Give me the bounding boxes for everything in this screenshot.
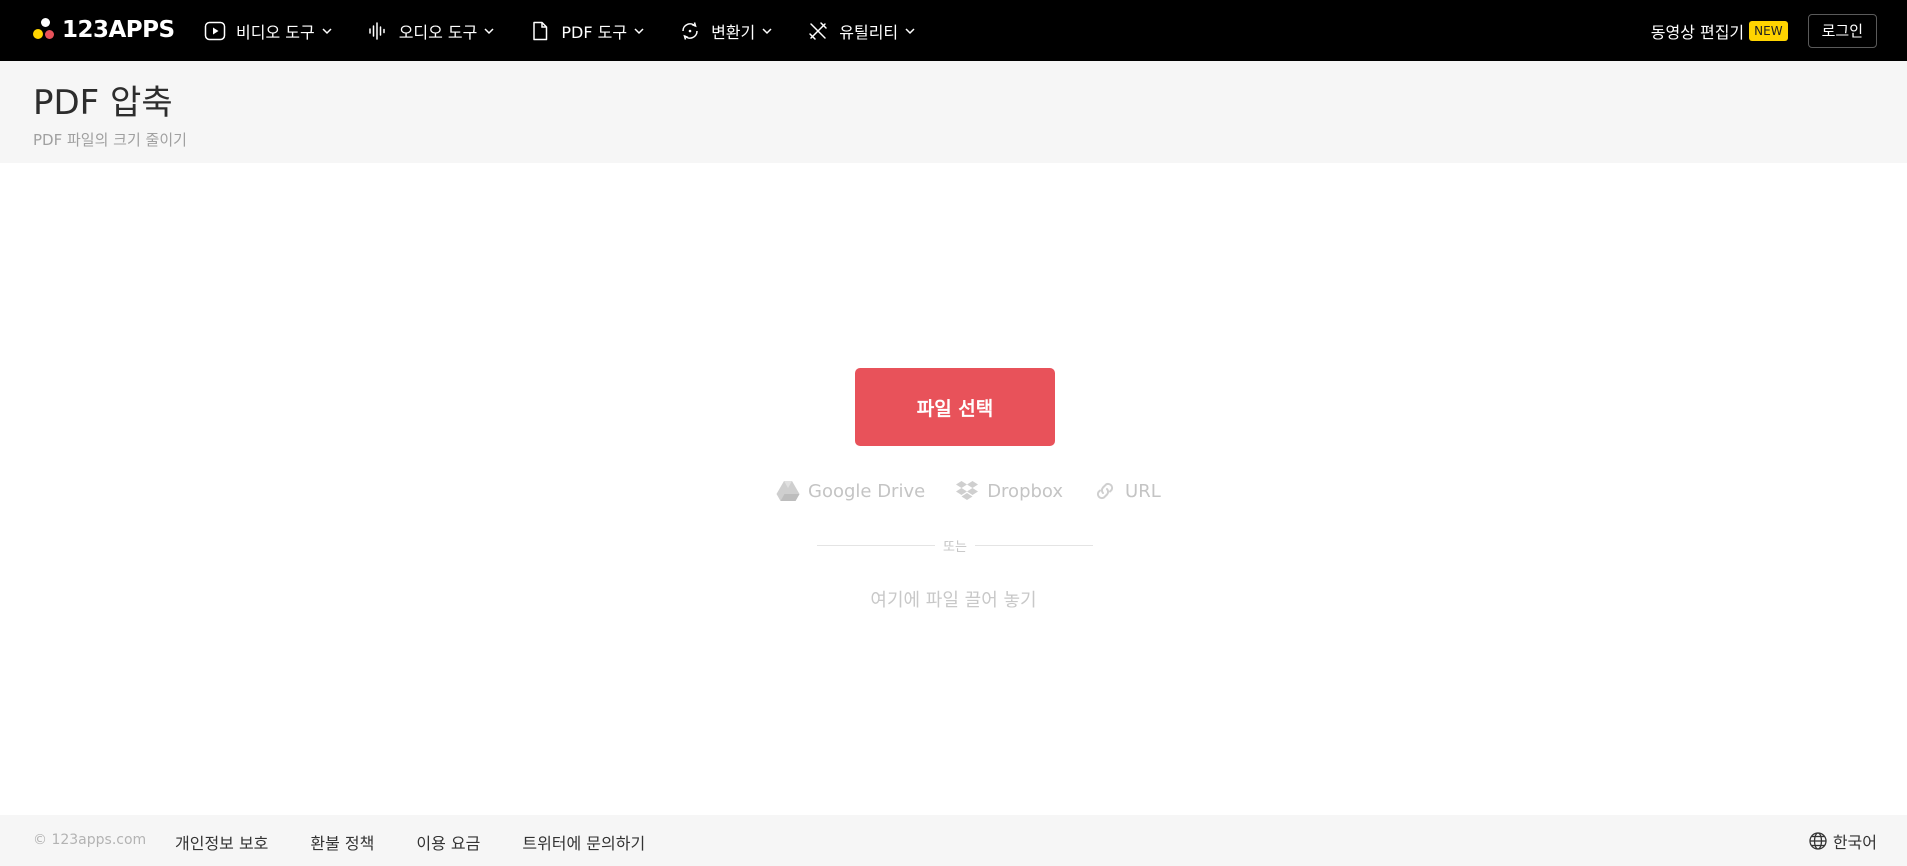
chevron-down-icon: [483, 25, 495, 37]
url-button[interactable]: URL: [1093, 479, 1161, 503]
language-label: 한국어: [1832, 833, 1877, 852]
chevron-down-icon: [761, 25, 773, 37]
nav-item-pdf-tools[interactable]: PDF 도구: [529, 0, 645, 61]
nav-item-label: 유틸리티: [839, 22, 899, 42]
or-divider: 또는: [817, 535, 1094, 555]
nav-item-label: 변환기: [711, 22, 756, 42]
divider-line: [817, 544, 936, 546]
convert-icon: [679, 20, 701, 42]
footer-link-twitter-contact[interactable]: 트위터에 문의하기: [522, 830, 645, 854]
nav-item-utilities[interactable]: 유틸리티: [807, 0, 916, 61]
waveform-icon: [367, 20, 389, 42]
url-label: URL: [1125, 480, 1161, 502]
google-drive-button[interactable]: Google Drive: [776, 479, 925, 503]
dropbox-label: Dropbox: [987, 480, 1064, 502]
footer-link-pricing[interactable]: 이용 요금: [416, 830, 480, 854]
divider-line: [974, 544, 1094, 546]
select-file-button[interactable]: 파일 선택: [855, 368, 1055, 446]
copyright: © 123apps.com: [33, 832, 147, 848]
language-selector[interactable]: 한국어: [1808, 829, 1877, 853]
page-title: PDF 압축: [33, 83, 173, 123]
nav-item-label: 오디오 도구: [398, 22, 478, 42]
document-icon: [529, 20, 551, 42]
google-drive-icon: [776, 479, 800, 503]
nav-item-converter[interactable]: 변환기: [679, 0, 773, 61]
google-drive-label: Google Drive: [808, 480, 926, 502]
page-subtitle: PDF 파일의 크기 줄이기: [33, 131, 187, 149]
dropbox-button[interactable]: Dropbox: [955, 479, 1063, 503]
main-nav: 비디오 도구 오디오 도구 PDF 도구 변환기 유틸리티: [204, 0, 950, 61]
login-button[interactable]: 로그인: [1807, 13, 1877, 48]
logo-text: 123APPS: [62, 17, 175, 43]
header-right: 동영상 편집기 NEW 로그인: [1651, 0, 1877, 61]
top-navigation-bar: 123APPS 비디오 도구 오디오 도구 PDF 도구 변환기 유틸리티 동영…: [0, 0, 1907, 61]
or-text: 또는: [943, 539, 967, 555]
footer: © 123apps.com 개인정보 보호 환불 정책 이용 요금 트위터에 문…: [0, 815, 1907, 866]
title-section: PDF 압축 PDF 파일의 크기 줄이기: [0, 61, 1907, 163]
globe-icon: [1808, 831, 1828, 851]
footer-link-privacy[interactable]: 개인정보 보호: [175, 830, 268, 854]
upload-sources: Google Drive Dropbox URL: [776, 476, 1161, 506]
video-editor-link[interactable]: 동영상 편집기 NEW: [1651, 19, 1788, 43]
nav-item-audio-tools[interactable]: 오디오 도구: [367, 0, 496, 61]
new-badge: NEW: [1749, 20, 1788, 41]
chevron-down-icon: [904, 25, 916, 37]
drop-zone-text: 여기에 파일 끌어 놓기: [870, 590, 1037, 611]
chevron-down-icon: [321, 25, 333, 37]
upload-area[interactable]: 파일 선택 Google Drive Dropbox URL 또는 여기에 파일…: [0, 163, 1907, 815]
video-editor-label: 동영상 편집기: [1650, 22, 1745, 42]
tools-icon: [807, 20, 829, 42]
play-icon: [204, 20, 226, 42]
footer-link-refund[interactable]: 환불 정책: [310, 830, 374, 854]
footer-links: 개인정보 보호 환불 정책 이용 요금 트위터에 문의하기: [175, 830, 687, 854]
chevron-down-icon: [633, 25, 645, 37]
nav-item-video-tools[interactable]: 비디오 도구: [204, 0, 333, 61]
logo-dots-icon: [32, 17, 60, 43]
link-icon: [1093, 479, 1117, 503]
nav-item-label: 비디오 도구: [236, 22, 315, 42]
dropbox-icon: [955, 479, 979, 503]
logo[interactable]: 123APPS: [32, 16, 175, 44]
nav-item-label: PDF 도구: [561, 22, 628, 42]
